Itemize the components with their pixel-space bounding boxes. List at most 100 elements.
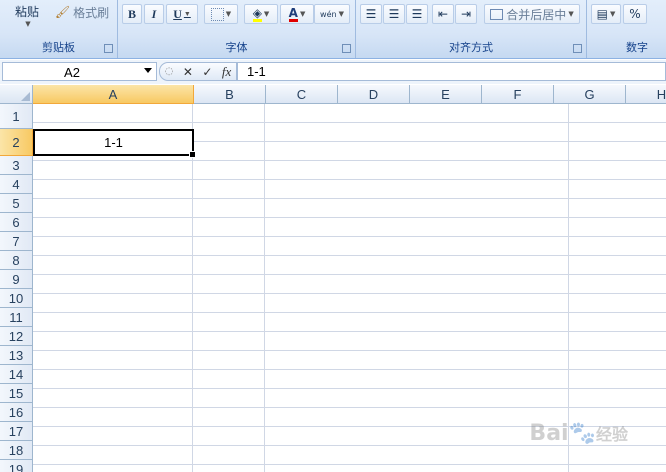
brush-icon: 🖌 <box>54 5 71 19</box>
active-cell-a2[interactable]: 1-1 <box>33 129 196 158</box>
row-header-11[interactable]: 11 <box>0 308 33 327</box>
fill-handle[interactable] <box>189 151 196 158</box>
active-cell-value: 1-1 <box>104 135 123 150</box>
column-header-e[interactable]: E <box>410 85 482 104</box>
decrease-indent-icon: ⇤ <box>437 7 449 21</box>
column-header-g[interactable]: G <box>554 85 626 104</box>
row-header-5[interactable]: 5 <box>0 194 33 213</box>
row-header-19[interactable]: 19 <box>0 460 33 472</box>
clipboard-group-label: 剪贴板 <box>42 41 75 54</box>
borders-button[interactable]: ▼ <box>204 4 238 24</box>
alignment-group: ☰ ☰ ☰ ⇤ ⇥ 合并后居中 ▼ 对齐方式 <box>356 0 587 58</box>
column-header-c[interactable]: C <box>266 85 338 104</box>
row-header-15[interactable]: 15 <box>0 384 33 403</box>
insert-function-icon[interactable]: fx <box>222 64 231 80</box>
merge-center-label: 合并后居中 <box>506 7 567 22</box>
cell-area[interactable] <box>33 104 666 472</box>
chevron-down-icon: ▼ <box>568 10 574 18</box>
column-header-h[interactable]: H <box>626 85 666 104</box>
enter-check-icon[interactable]: ✓ <box>202 65 212 79</box>
dialog-launcher-icon[interactable] <box>342 44 351 53</box>
row-header-1[interactable]: 1 <box>0 104 33 129</box>
increase-indent-icon: ⇥ <box>460 7 472 21</box>
font-group: B I U ▼ ▼ ◈ ▼ A ▼ wén ▼ 字体 <box>118 0 356 58</box>
percent-button[interactable]: % <box>623 4 647 24</box>
formula-input[interactable]: 1-1 <box>237 62 666 81</box>
row-header-4[interactable]: 4 <box>0 175 33 194</box>
row-header-2[interactable]: 2 <box>0 129 33 156</box>
align-left-icon: ☰ <box>365 7 377 21</box>
cancel-icon[interactable]: ✕ <box>183 65 193 79</box>
chevron-down-icon: ▼ <box>609 10 616 18</box>
row-header-12[interactable]: 12 <box>0 327 33 346</box>
paw-icon: 🐾 <box>568 421 596 446</box>
row-header-6[interactable]: 6 <box>0 213 33 232</box>
font-color-button[interactable]: A ▼ <box>280 4 314 24</box>
row-header-9[interactable]: 9 <box>0 270 33 289</box>
align-right-icon: ☰ <box>411 7 423 21</box>
name-box-value: A2 <box>64 65 80 80</box>
chevron-down-icon: ▼ <box>338 10 344 18</box>
chevron-down-icon: ▼ <box>263 10 270 18</box>
bold-button[interactable]: B <box>122 4 142 24</box>
border-icon <box>210 7 224 21</box>
format-painter-label: 格式刷 <box>73 5 110 20</box>
number-group: ▤ ▼ % 数字 <box>587 0 666 58</box>
align-center-button[interactable]: ☰ <box>383 4 405 24</box>
chevron-down-icon: ▼ <box>299 10 306 18</box>
increase-indent-button[interactable]: ⇥ <box>455 4 477 24</box>
align-right-button[interactable]: ☰ <box>406 4 428 24</box>
circle-icon: ◌ <box>164 66 174 77</box>
row-header-10[interactable]: 10 <box>0 289 33 308</box>
paste-label: 粘贴 <box>14 4 39 19</box>
clipboard-group: 粘贴 ▼ 🖌 格式刷 剪贴板 <box>0 0 118 58</box>
decrease-indent-button[interactable]: ⇤ <box>432 4 454 24</box>
dialog-launcher-icon[interactable] <box>104 44 113 53</box>
watermark-text: Bai <box>529 421 569 446</box>
select-all-corner[interactable] <box>0 85 33 104</box>
font-group-label: 字体 <box>225 41 248 54</box>
paint-bucket-icon: ◈ <box>252 5 262 22</box>
format-painter-button[interactable]: 🖌 格式刷 <box>52 2 112 22</box>
merge-center-button[interactable]: 合并后居中 ▼ <box>484 4 580 24</box>
phonetic-icon: wén <box>320 9 337 19</box>
ribbon: 粘贴 ▼ 🖌 格式刷 剪贴板 B I U ▼ ▼ ◈ ▼ A ▼ wén ▼ 字… <box>0 0 666 59</box>
dialog-launcher-icon[interactable] <box>573 44 582 53</box>
currency-icon: ▤ <box>596 7 608 21</box>
row-header-17[interactable]: 17 <box>0 422 33 441</box>
align-left-button[interactable]: ☰ <box>360 4 382 24</box>
underline-label: U <box>173 6 182 21</box>
column-header-b[interactable]: B <box>194 85 266 104</box>
column-header-a[interactable]: A <box>33 85 194 104</box>
watermark-logo: Bai🐾经验 <box>529 421 628 446</box>
formula-bar: A2 ◌ ✕ ✓ fx 1-1 <box>0 60 666 84</box>
accounting-format-button[interactable]: ▤ ▼ <box>591 4 621 24</box>
percent-label: % <box>629 7 641 21</box>
alignment-group-label: 对齐方式 <box>449 41 493 54</box>
paste-button[interactable]: 粘贴 ▼ <box>8 0 46 30</box>
phonetic-button[interactable]: wén ▼ <box>314 4 350 24</box>
row-header-16[interactable]: 16 <box>0 403 33 422</box>
underline-button[interactable]: U ▼ <box>166 4 198 24</box>
fill-color-button[interactable]: ◈ ▼ <box>244 4 278 24</box>
number-group-label: 数字 <box>626 41 648 54</box>
row-header-18[interactable]: 18 <box>0 441 33 460</box>
row-header-7[interactable]: 7 <box>0 232 33 251</box>
row-header-13[interactable]: 13 <box>0 346 33 365</box>
row-header-14[interactable]: 14 <box>0 365 33 384</box>
row-header-3[interactable]: 3 <box>0 156 33 175</box>
column-header-f[interactable]: F <box>482 85 554 104</box>
bold-label: B <box>127 6 136 21</box>
merge-icon <box>490 8 504 20</box>
row-header-8[interactable]: 8 <box>0 251 33 270</box>
font-color-icon: A <box>288 5 298 22</box>
name-box[interactable]: A2 <box>2 62 157 81</box>
formula-controls: ◌ ✕ ✓ fx <box>159 62 237 81</box>
column-header-d[interactable]: D <box>338 85 410 104</box>
italic-button[interactable]: I <box>144 4 164 24</box>
watermark-sub: 经验 <box>595 425 628 444</box>
worksheet-grid: A B C D E F G H 1 2 3 4 5 6 7 8 9 10 11 … <box>0 85 666 472</box>
chevron-down-icon[interactable] <box>144 68 152 73</box>
chevron-down-icon: ▼ <box>25 19 31 28</box>
align-center-icon: ☰ <box>388 7 400 21</box>
